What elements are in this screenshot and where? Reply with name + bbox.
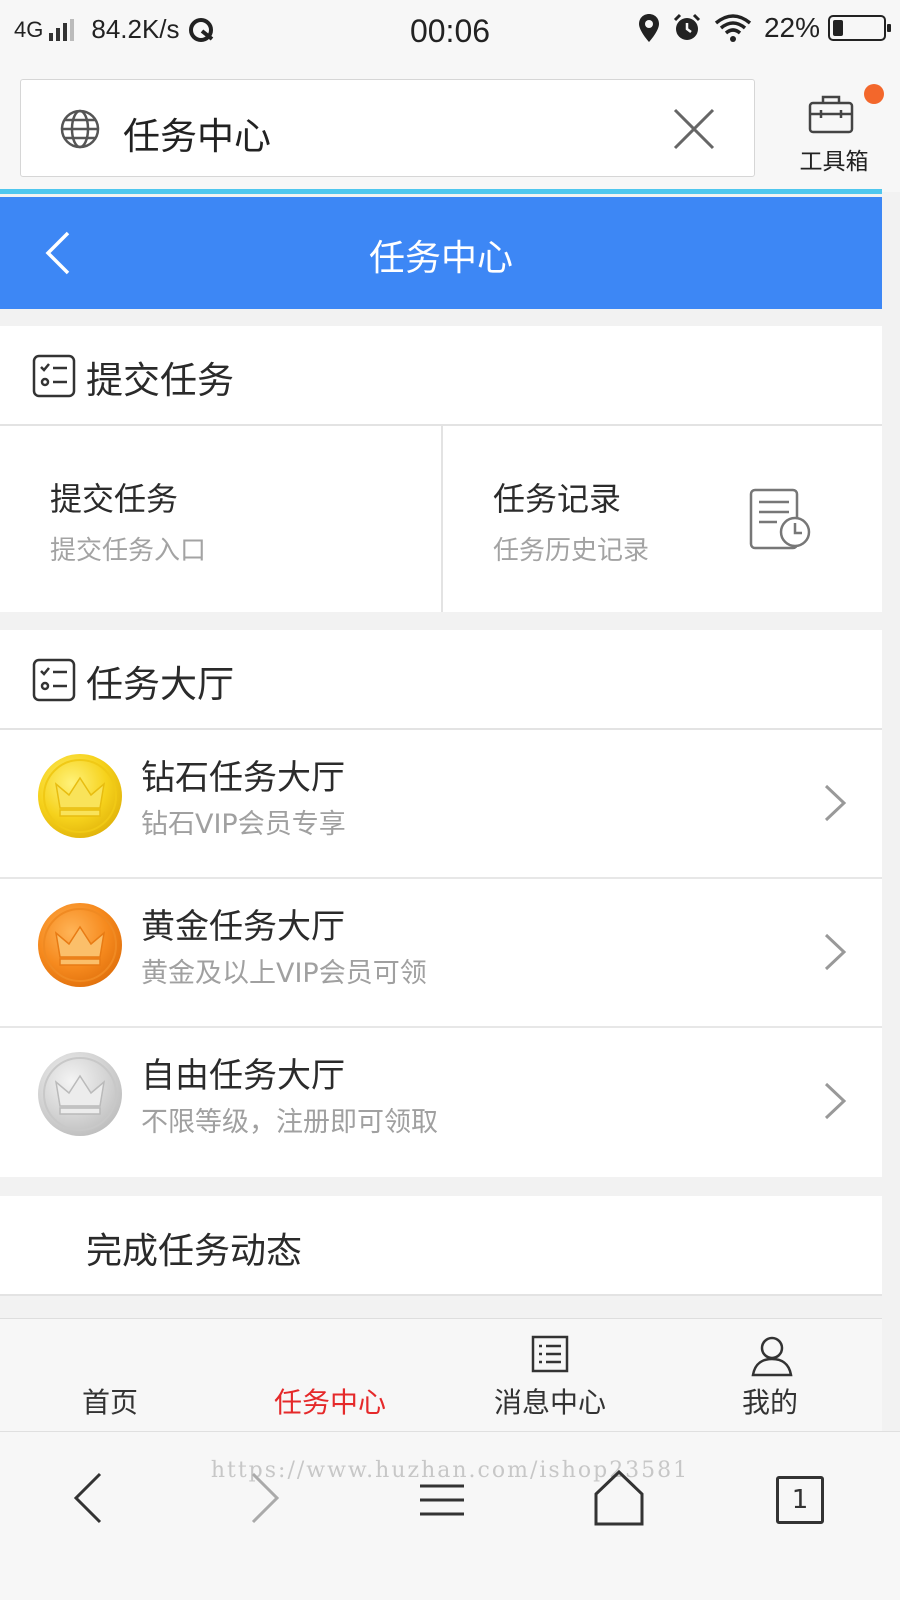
tab-message-center[interactable]: 消息中心 xyxy=(440,1319,660,1432)
user-icon xyxy=(751,1336,793,1377)
section-header: 提交任务 xyxy=(0,326,882,426)
hall-subtitle: 不限等级，注册即可领取 xyxy=(141,1107,438,1138)
browser-address-area: 任务中心 工具箱 xyxy=(0,62,900,194)
task-dynamic-section: 完成任务动态 xyxy=(0,1196,882,1296)
section-title: 完成任务动态 xyxy=(86,1231,303,1272)
cell-subtitle: 提交任务入口 xyxy=(50,536,207,566)
cell-subtitle: 任务历史记录 xyxy=(493,536,650,566)
battery-level xyxy=(833,20,844,36)
hall-subtitle: 钻石VIP会员专享 xyxy=(141,809,346,840)
system-navigation-bar: https://www.huzhan.com/ishop23581 1 xyxy=(0,1431,900,1600)
home-icon[interactable] xyxy=(592,1468,646,1528)
tab-task-center[interactable]: 任务中心 xyxy=(220,1319,440,1432)
toolbox-label: 工具箱 xyxy=(799,149,869,175)
cell-title: 任务记录 xyxy=(493,480,622,518)
address-text[interactable]: 任务中心 xyxy=(123,106,271,160)
address-bar[interactable]: 任务中心 xyxy=(20,79,755,177)
close-icon[interactable] xyxy=(671,106,717,152)
browser-forward-icon[interactable] xyxy=(245,1468,285,1528)
task-record-cell[interactable]: 任务记录 任务历史记录 xyxy=(441,426,882,612)
hall-subtitle: 黄金及以上VIP会员可领 xyxy=(141,958,427,989)
hall-title: 黄金任务大厅 xyxy=(141,907,345,947)
page-header: 任务中心 xyxy=(0,197,882,309)
browser-back-icon[interactable] xyxy=(68,1468,108,1528)
orange-crown-medal-icon xyxy=(38,903,122,987)
globe-icon xyxy=(60,109,100,149)
gold-crown-medal-icon xyxy=(38,754,122,838)
chevron-right-icon xyxy=(824,1082,847,1120)
toolbox-icon xyxy=(808,95,854,134)
tab-label: 首页 xyxy=(81,1386,138,1419)
chevron-right-icon xyxy=(824,784,847,822)
battery-percent: 22% xyxy=(763,12,820,43)
submit-grid: 提交任务 提交任务入口 任务记录 任务历史记录 xyxy=(0,426,882,612)
tab-home[interactable]: 首页 xyxy=(0,1319,220,1432)
toolbox-button[interactable]: 工具箱 xyxy=(790,82,890,182)
alarm-icon xyxy=(673,13,701,40)
hall-title: 钻石任务大厅 xyxy=(141,758,345,798)
hall-title: 自由任务大厅 xyxy=(141,1056,345,1096)
page-margin xyxy=(882,192,900,1352)
task-hall-section: 任务大厅 钻石任务大厅 钻石VIP会员专享 黄金任务大厅 黄金及以上VIP会员可… xyxy=(0,630,882,1177)
notification-dot xyxy=(864,84,884,104)
section-title: 任务大厅 xyxy=(86,663,234,706)
page-load-progress xyxy=(0,189,882,194)
tab-label: 我的 xyxy=(741,1386,798,1419)
menu-icon[interactable] xyxy=(418,1468,466,1528)
section-header: 任务大厅 xyxy=(0,630,882,730)
tab-count: 1 xyxy=(791,1485,809,1515)
status-bar: 4G 84.2K/s 00:06 22% xyxy=(0,0,900,62)
chevron-right-icon xyxy=(824,933,847,971)
hall-item-gold[interactable]: 黄金任务大厅 黄金及以上VIP会员可领 xyxy=(0,879,882,1028)
tab-mine[interactable]: 我的 xyxy=(660,1319,880,1432)
cell-title: 提交任务 xyxy=(50,480,179,518)
section-title: 提交任务 xyxy=(86,359,234,402)
location-icon xyxy=(638,14,659,42)
checklist-icon xyxy=(32,658,76,702)
history-document-icon xyxy=(749,488,811,550)
checklist-icon xyxy=(32,354,76,398)
tab-label: 消息中心 xyxy=(493,1386,606,1419)
hall-item-diamond[interactable]: 钻石任务大厅 钻石VIP会员专享 xyxy=(0,730,882,879)
battery-icon xyxy=(828,15,891,41)
tabs-button[interactable]: 1 xyxy=(776,1476,824,1524)
submit-task-cell[interactable]: 提交任务 提交任务入口 xyxy=(0,426,441,612)
page-title: 任务中心 xyxy=(368,238,513,279)
submit-task-section: 提交任务 提交任务 提交任务入口 任务记录 任务历史记录 xyxy=(0,326,882,612)
list-icon xyxy=(531,1335,569,1373)
bottom-tab-bar: 首页 任务中心 消息中心 我的 xyxy=(0,1318,882,1431)
hall-item-free[interactable]: 自由任务大厅 不限等级，注册即可领取 xyxy=(0,1028,882,1177)
silver-crown-medal-icon xyxy=(38,1052,122,1136)
wifi-icon xyxy=(714,14,752,42)
tab-label: 任务中心 xyxy=(273,1386,386,1419)
